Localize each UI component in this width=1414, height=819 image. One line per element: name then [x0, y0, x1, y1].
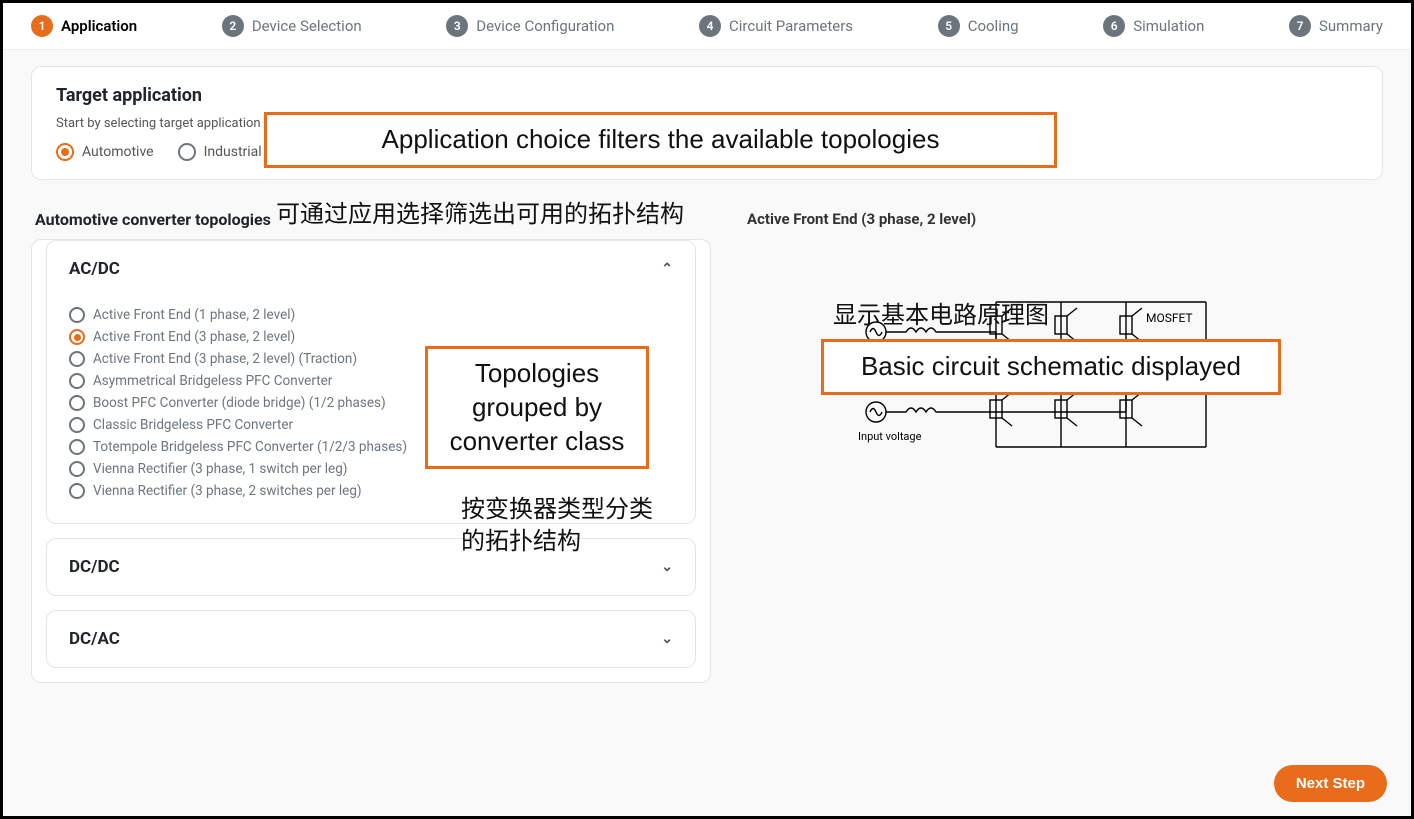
selected-topology-title: Active Front End (3 phase, 2 level) — [729, 196, 1383, 242]
wizard-stepper: 1 Application 2 Device Selection 3 Device Con… — [3, 3, 1411, 50]
topology-label: Active Front End (3 phase, 2 level) — [93, 329, 295, 345]
step-number-icon: 5 — [938, 15, 960, 37]
schematic-input-label: Input voltage — [858, 430, 922, 443]
topology-label: Asymmetrical Bridgeless PFC Converter — [93, 373, 332, 389]
topology-option[interactable]: Active Front End (3 phase, 2 level) — [69, 329, 673, 345]
accordion-title: DC/AC — [69, 629, 120, 649]
step-label: Circuit Parameters — [729, 17, 853, 35]
step-number-icon: 7 — [1289, 15, 1311, 37]
topology-label: Active Front End (1 phase, 2 level) — [93, 307, 295, 323]
step-number-icon: 3 — [446, 15, 468, 37]
radio-icon — [69, 395, 85, 411]
radio-icon — [178, 143, 196, 161]
chevron-down-icon: ⌄ — [661, 631, 673, 647]
step-number-icon: 1 — [31, 15, 53, 37]
cn-annotation-filter: 可通过应用选择筛选出可用的拓扑结构 — [276, 194, 684, 229]
accordion-header[interactable]: DC/AC ⌄ — [47, 611, 695, 667]
schematic-mosfet-label: MOSFET — [1146, 311, 1193, 325]
radio-icon — [69, 439, 85, 455]
callout-schematic-displayed: Basic circuit schematic displayed — [821, 339, 1281, 395]
topology-option[interactable]: Active Front End (1 phase, 2 level) — [69, 307, 673, 323]
step-device-selection[interactable]: 2 Device Selection — [222, 15, 362, 37]
step-circuit-parameters[interactable]: 4 Circuit Parameters — [699, 15, 853, 37]
step-label: Application — [61, 17, 137, 35]
cn-annotation-schematic: 显示基本电路原理图 — [833, 295, 1049, 330]
accordion-title: DC/DC — [69, 557, 120, 577]
topology-label: Totempole Bridgeless PFC Converter (1/2/… — [93, 439, 407, 455]
radio-icon — [69, 483, 85, 499]
target-radio-automotive[interactable]: Automotive — [56, 143, 154, 161]
radio-icon — [69, 417, 85, 433]
step-label: Device Selection — [252, 17, 362, 35]
accordion-header[interactable]: AC/DC ⌃ — [47, 241, 695, 297]
target-radio-industrial[interactable]: Industrial — [178, 143, 262, 161]
radio-icon — [69, 307, 85, 323]
step-number-icon: 4 — [699, 15, 721, 37]
topology-label: Classic Bridgeless PFC Converter — [93, 417, 293, 433]
step-number-icon: 2 — [222, 15, 244, 37]
topology-label: Vienna Rectifier (3 phase, 2 switches pe… — [93, 483, 362, 499]
step-number-icon: 6 — [1103, 15, 1125, 37]
accordion-title: AC/DC — [69, 259, 120, 279]
radio-icon — [56, 143, 74, 161]
step-label: Simulation — [1133, 17, 1204, 35]
radio-icon — [69, 329, 85, 345]
topology-label: Active Front End (3 phase, 2 level) (Tra… — [93, 351, 357, 367]
step-label: Summary — [1319, 17, 1383, 35]
chevron-down-icon: ⌄ — [661, 559, 673, 575]
accordion-dc-ac: DC/AC ⌄ — [46, 610, 696, 668]
step-summary[interactable]: 7 Summary — [1289, 15, 1383, 37]
radio-icon — [69, 351, 85, 367]
radio-label: Automotive — [82, 144, 154, 160]
radio-label: Industrial — [204, 144, 262, 160]
step-device-configuration[interactable]: 3 Device Configuration — [446, 15, 614, 37]
chevron-up-icon: ⌃ — [661, 261, 673, 277]
cn-annotation-grouped: 按变换器类型分类的拓扑结构 — [461, 494, 661, 559]
step-label: Cooling — [968, 17, 1019, 35]
radio-icon — [69, 461, 85, 477]
radio-icon — [69, 373, 85, 389]
next-step-button[interactable]: Next Step — [1274, 765, 1387, 802]
step-label: Device Configuration — [476, 17, 614, 35]
target-app-title: Target application — [56, 85, 1358, 106]
topology-label: Vienna Rectifier (3 phase, 1 switch per … — [93, 461, 347, 477]
step-application[interactable]: 1 Application — [31, 15, 137, 37]
topology-label: Boost PFC Converter (diode bridge) (1/2 … — [93, 395, 386, 411]
callout-topologies-grouped: Topologies grouped by converter class — [425, 346, 649, 469]
step-simulation[interactable]: 6 Simulation — [1103, 15, 1204, 37]
step-cooling[interactable]: 5 Cooling — [938, 15, 1019, 37]
callout-application-filter: Application choice filters the available… — [264, 112, 1057, 168]
